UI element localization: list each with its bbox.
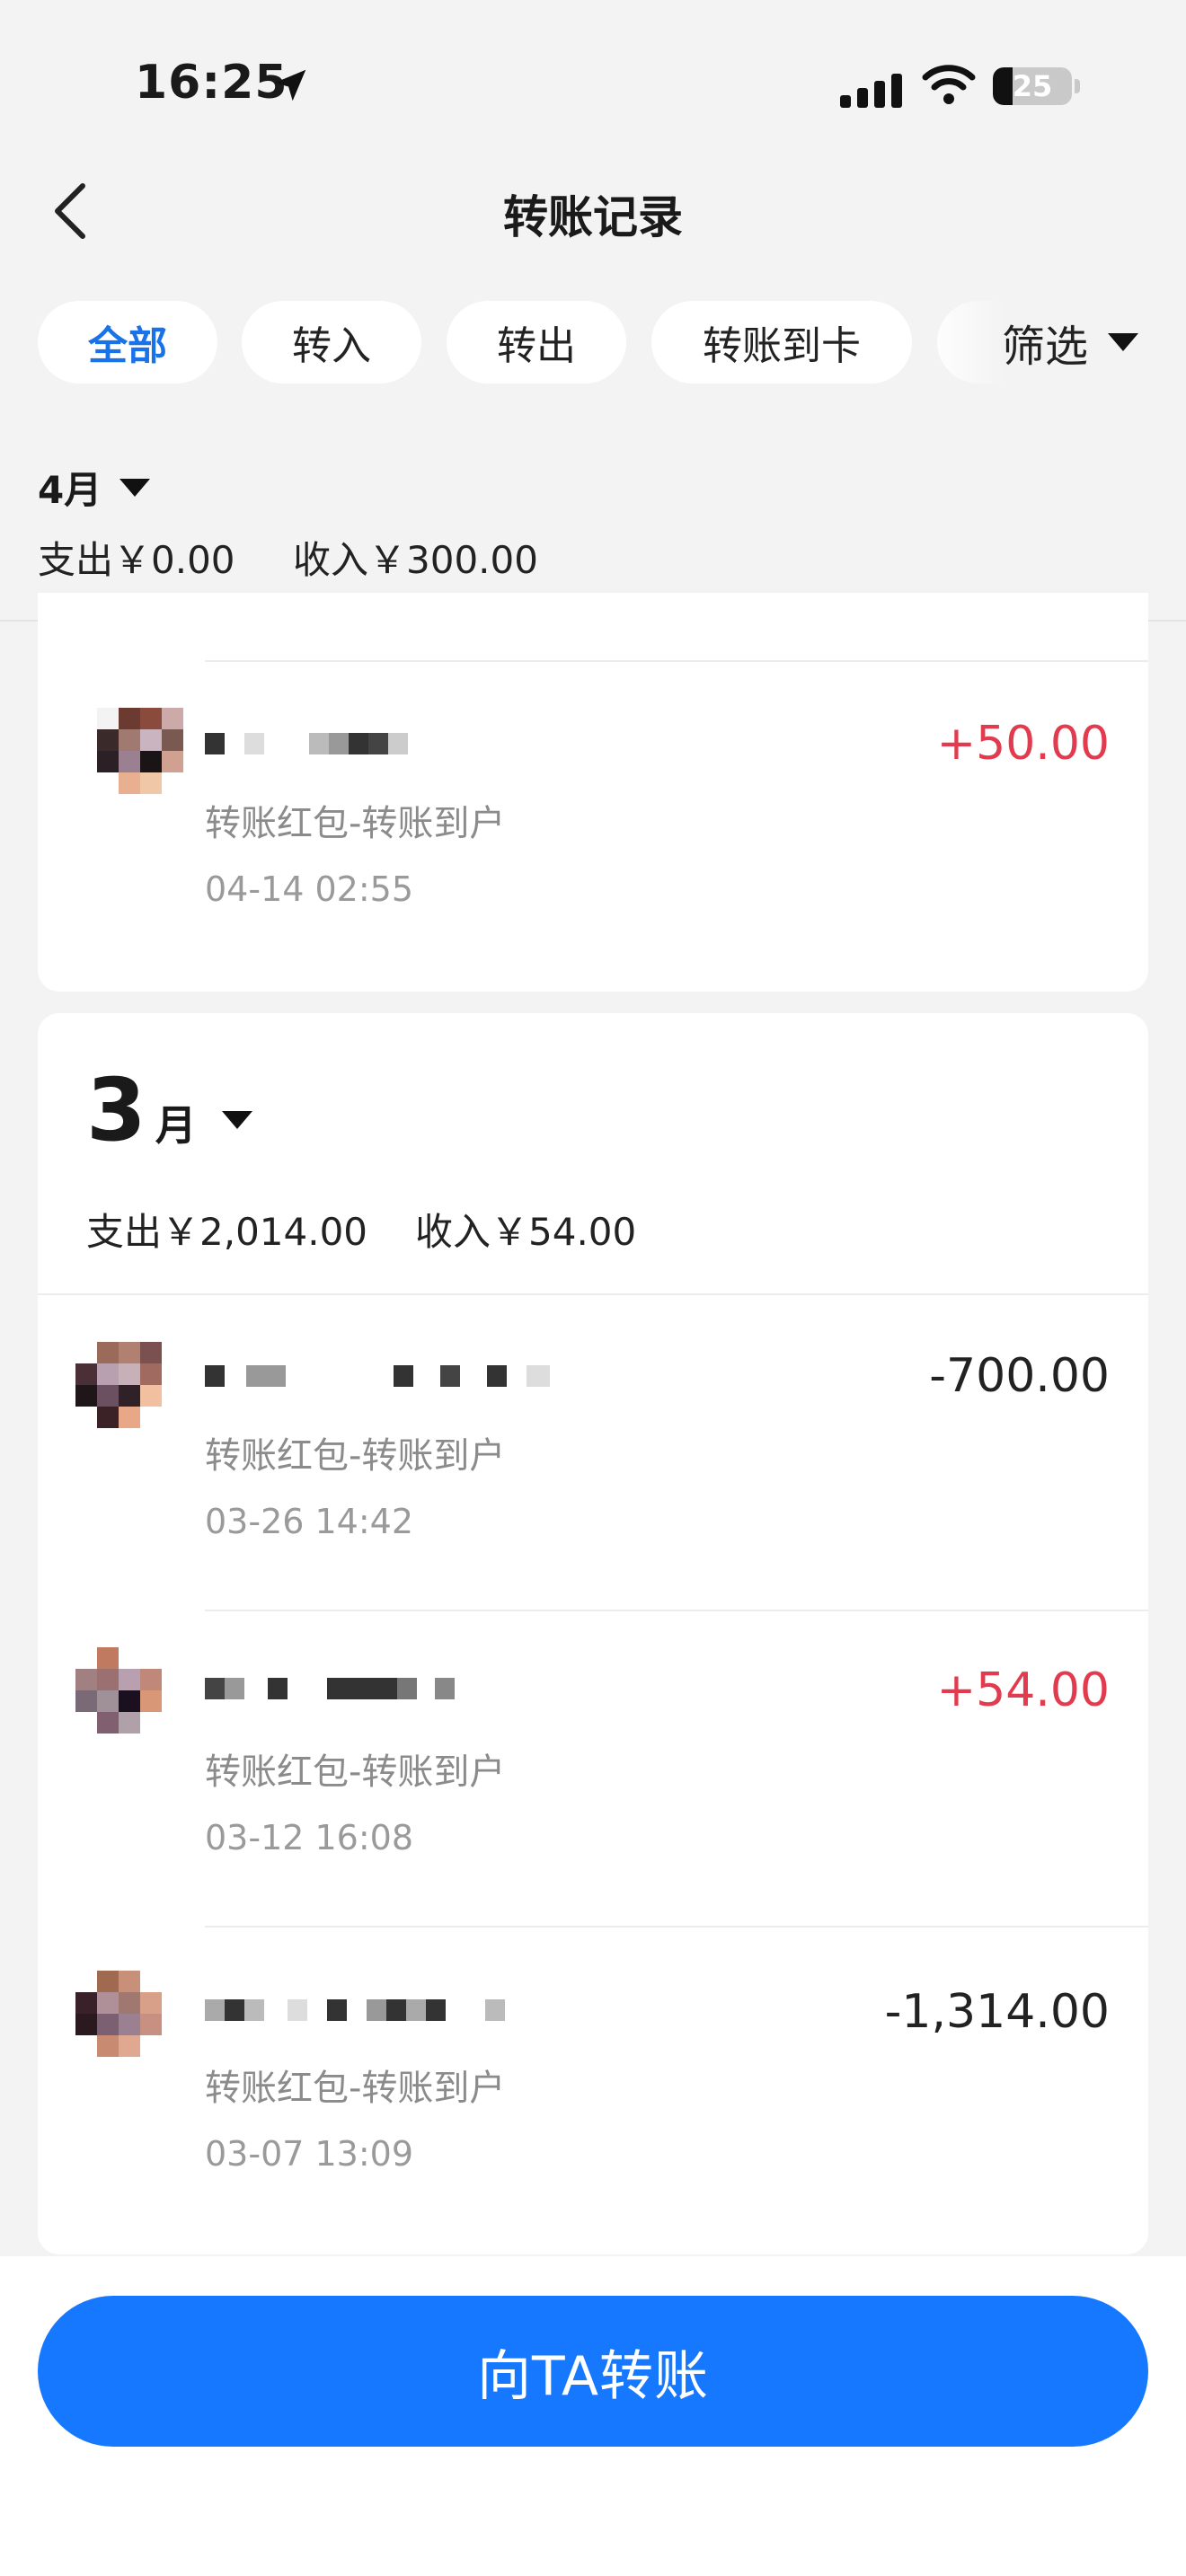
transaction-row[interactable]: 转账红包-转账到户 03-12 16:08 +54.00 [38, 1611, 1148, 1926]
filter-chip-in[interactable]: 转入 [242, 301, 421, 384]
battery-icon: 25 [993, 67, 1072, 105]
name-redacted [205, 1356, 550, 1396]
filter-label: 筛选 [1002, 322, 1089, 372]
status-time: 16:25 [135, 56, 288, 110]
month-selector-march[interactable]: 3 月 [86, 1060, 252, 1160]
month-unit: 月 [155, 1101, 197, 1150]
avatar [75, 1342, 162, 1428]
transaction-amount: -1,314.00 [884, 1985, 1110, 2039]
transaction-row[interactable]: 转账红包-转账到户 03-26 14:42 -700.00 [38, 1295, 1148, 1610]
dropdown-triangle-icon [119, 478, 151, 497]
transaction-amount: +50.00 [936, 717, 1110, 771]
transaction-row[interactable]: 转账红包-转账到户 03-07 13:09 -1,314.00 [38, 1928, 1148, 2242]
filter-button[interactable]: 筛选 [1002, 301, 1139, 384]
avatar [97, 708, 183, 794]
april-expense: 支出￥0.00 [38, 538, 235, 582]
march-income: 收入￥54.00 [415, 1210, 637, 1254]
name-redacted [205, 724, 408, 763]
battery-level: 25 [1012, 69, 1053, 103]
filter-chip-to-card[interactable]: 转账到卡 [651, 301, 912, 384]
filter-chip-out[interactable]: 转出 [447, 301, 626, 384]
filter-chip-all[interactable]: 全部 [38, 301, 217, 384]
transaction-amount: -700.00 [929, 1349, 1110, 1403]
transaction-time: 03-12 16:08 [205, 1818, 414, 1857]
avatar [75, 1971, 162, 2057]
transaction-time: 03-07 13:09 [205, 2134, 414, 2174]
name-redacted [205, 1990, 505, 2030]
signal-icon [840, 68, 916, 108]
page-title: 转账记录 [503, 191, 683, 243]
month-number: 3 [86, 1060, 146, 1160]
avatar [75, 1647, 162, 1734]
month-label: 4月 [38, 468, 102, 512]
transaction-desc: 转账红包-转账到户 [205, 2068, 506, 2109]
transaction-desc: 转账红包-转账到户 [205, 1435, 506, 1477]
dropdown-triangle-icon [1108, 333, 1139, 351]
transaction-row[interactable]: 转账红包-转账到户 04-14 02:55 +50.00 [38, 661, 1148, 984]
wifi-icon [922, 65, 976, 104]
transaction-amount: +54.00 [936, 1663, 1110, 1717]
dropdown-triangle-icon [221, 1111, 252, 1129]
month-selector-april[interactable]: 4月 [38, 460, 151, 515]
march-expense: 支出￥2,014.00 [86, 1210, 368, 1254]
transaction-desc: 转账红包-转账到户 [205, 803, 506, 844]
transaction-time: 04-14 02:55 [205, 869, 414, 909]
transfer-to-ta-button[interactable]: 向TA转账 [38, 2296, 1148, 2447]
april-income: 收入￥300.00 [293, 538, 538, 582]
location-arrow-icon [274, 69, 306, 101]
transaction-desc: 转账红包-转账到户 [205, 1751, 506, 1793]
battery-cap [1075, 79, 1080, 93]
transaction-time: 03-26 14:42 [205, 1502, 414, 1541]
name-redacted [205, 1669, 455, 1708]
